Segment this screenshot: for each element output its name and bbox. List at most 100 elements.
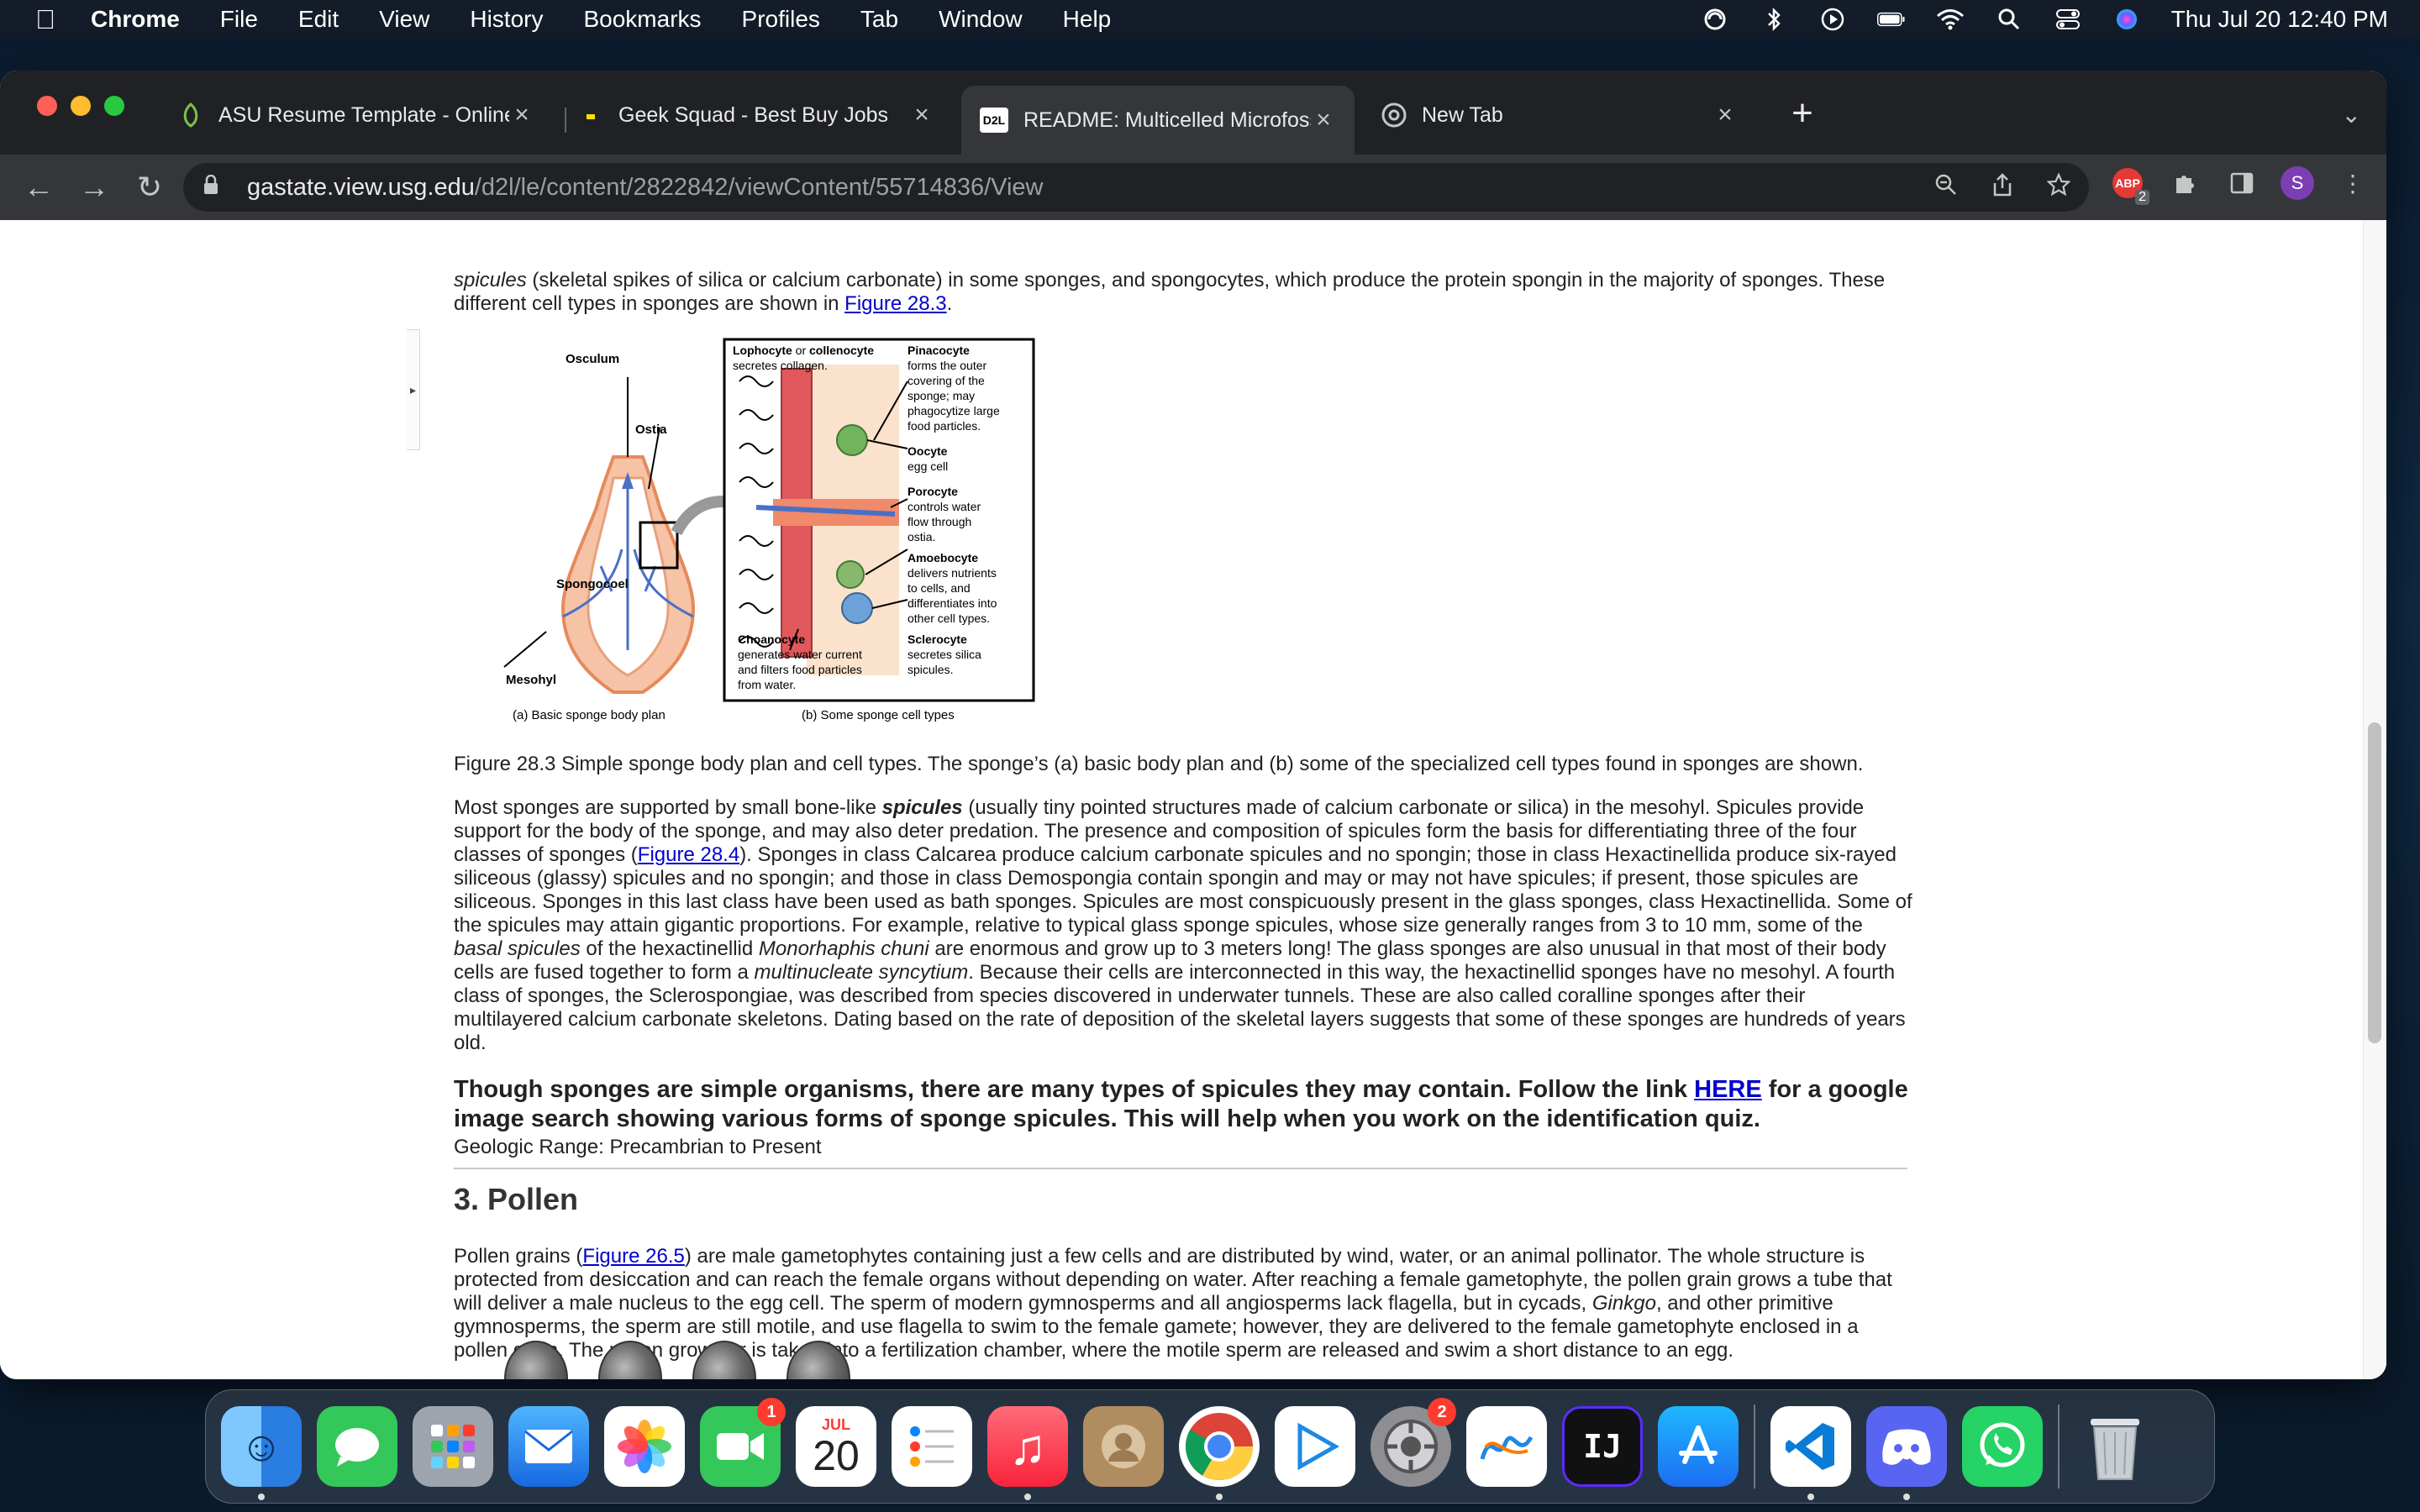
control-center-icon[interactable] bbox=[2054, 7, 2082, 32]
tab-close-icon[interactable]: × bbox=[1712, 101, 1738, 129]
extensions-puzzle-icon[interactable] bbox=[2166, 165, 2203, 202]
system-settings-icon[interactable]: 2 bbox=[1370, 1398, 1456, 1487]
contacts-icon[interactable] bbox=[1083, 1406, 1164, 1487]
figure-28-4-link[interactable]: Figure 28.4 bbox=[638, 843, 739, 866]
calendar-icon[interactable]: JUL 20 bbox=[796, 1406, 876, 1487]
app-store-icon[interactable] bbox=[1658, 1406, 1739, 1487]
menu-window[interactable]: Window bbox=[939, 6, 1023, 33]
freeform-icon[interactable] bbox=[1466, 1406, 1547, 1487]
tab-asu-resume[interactable]: ASU Resume Template - Online × bbox=[160, 86, 553, 144]
running-indicator bbox=[1807, 1494, 1814, 1500]
spotlight-search-icon[interactable] bbox=[1995, 7, 2023, 32]
tab-search-chevron-icon[interactable]: ⌄ bbox=[2342, 101, 2361, 129]
tab-new-tab[interactable]: New Tab × bbox=[1363, 86, 1756, 144]
music-icon[interactable]: ♫ bbox=[987, 1406, 1068, 1500]
vscode-icon[interactable] bbox=[1770, 1406, 1851, 1500]
menu-bookmarks[interactable]: Bookmarks bbox=[583, 6, 701, 33]
apple-menu-icon[interactable]:  bbox=[29, 4, 62, 35]
forward-arrow-icon[interactable]: → bbox=[69, 162, 119, 213]
share-icon[interactable] bbox=[1991, 172, 2013, 202]
p2-basal-spicules: basal spicules bbox=[454, 937, 581, 960]
back-arrow-icon[interactable]: ← bbox=[13, 162, 64, 213]
label-pinacocyte-desc-1: covering of the bbox=[908, 374, 985, 387]
adblock-count-badge: 2 bbox=[2135, 190, 2149, 205]
label-spongocoel: Spongocoel bbox=[556, 577, 629, 591]
media-player-icon[interactable] bbox=[1275, 1406, 1355, 1487]
figure-28-3-link[interactable]: Figure 28.3 bbox=[844, 292, 946, 315]
discord-icon[interactable] bbox=[1866, 1406, 1947, 1500]
window-minimize-button[interactable] bbox=[71, 96, 91, 116]
oocyte-cell bbox=[836, 424, 868, 456]
window-controls bbox=[37, 96, 124, 116]
lock-icon[interactable] bbox=[203, 174, 230, 201]
profile-avatar[interactable]: S bbox=[2281, 166, 2314, 200]
now-playing-icon[interactable] bbox=[1818, 7, 1847, 32]
spicule-image-search-link[interactable]: HERE bbox=[1694, 1076, 1762, 1103]
whatsapp-icon[interactable] bbox=[1962, 1406, 2043, 1487]
running-indicator bbox=[258, 1494, 265, 1500]
chrome-icon[interactable] bbox=[1179, 1406, 1260, 1500]
wifi-icon[interactable] bbox=[1936, 7, 1965, 32]
bookmark-star-icon[interactable] bbox=[2046, 171, 2071, 202]
siri-icon[interactable] bbox=[2112, 7, 2141, 32]
messages-icon[interactable] bbox=[317, 1406, 397, 1487]
p2-text-f: of the hexactinellid bbox=[580, 937, 759, 960]
dock-separator bbox=[1754, 1404, 1755, 1488]
address-bar[interactable]: gastate.view.usg.edu/d2l/le/content/2822… bbox=[183, 163, 2089, 212]
facetime-icon[interactable]: 1 bbox=[700, 1398, 786, 1487]
chrome-menu-kebab-icon[interactable]: ⋮ bbox=[2334, 165, 2371, 202]
label-oocyte-desc: egg cell bbox=[908, 459, 948, 473]
sync-status-icon[interactable] bbox=[1701, 7, 1729, 32]
reminders-icon[interactable] bbox=[892, 1406, 972, 1487]
intro-paragraph: spicules (skeletal spikes of silica or c… bbox=[454, 269, 1916, 316]
tab-geek-squad[interactable]: Geek Squad - Best Buy Jobs × bbox=[560, 86, 953, 144]
menu-help[interactable]: Help bbox=[1063, 6, 1112, 33]
figure-26-5-link[interactable]: Figure 26.5 bbox=[582, 1245, 684, 1268]
url-path: /d2l/le/content/2822842/viewContent/5571… bbox=[474, 173, 1044, 201]
zoom-out-icon[interactable] bbox=[1934, 173, 1958, 202]
trash-icon[interactable] bbox=[2075, 1406, 2155, 1487]
tab-close-icon[interactable]: × bbox=[1311, 106, 1336, 134]
photos-icon[interactable] bbox=[604, 1406, 685, 1487]
window-close-button[interactable] bbox=[37, 96, 57, 116]
mail-icon[interactable] bbox=[508, 1406, 589, 1487]
tab-close-icon[interactable]: × bbox=[909, 101, 934, 129]
pollen-grain-image bbox=[786, 1341, 850, 1379]
calendar-month: JUL bbox=[821, 1415, 850, 1433]
bluetooth-icon[interactable] bbox=[1760, 7, 1788, 32]
menubar-clock[interactable]: Thu Jul 20 12:40 PM bbox=[2171, 6, 2388, 33]
page-content: ▸ spicules (skeletal spikes of silica or… bbox=[0, 220, 2386, 1379]
menu-file[interactable]: File bbox=[220, 6, 258, 33]
label-amoebocyte-desc-1: to cells, and bbox=[908, 581, 971, 595]
tab-close-icon[interactable]: × bbox=[509, 101, 534, 129]
battery-icon[interactable] bbox=[1876, 7, 1906, 32]
menu-view[interactable]: View bbox=[379, 6, 429, 33]
intellij-icon[interactable]: IJ bbox=[1562, 1406, 1643, 1487]
finder-icon[interactable]: ☺ bbox=[221, 1406, 302, 1500]
menu-edit[interactable]: Edit bbox=[298, 6, 339, 33]
menu-profiles[interactable]: Profiles bbox=[742, 6, 820, 33]
launchpad-icon[interactable] bbox=[413, 1406, 493, 1487]
side-panel-icon[interactable] bbox=[2223, 165, 2260, 202]
tab-readme-active[interactable]: D2L README: Multicelled Microfoss × bbox=[961, 86, 1355, 155]
running-indicator bbox=[1024, 1494, 1031, 1500]
scrollbar-thumb[interactable] bbox=[2368, 722, 2381, 1043]
label-choanocyte-desc-0: generates water current bbox=[738, 648, 862, 661]
window-zoom-button[interactable] bbox=[104, 96, 124, 116]
label-porocyte-desc-1: flow through bbox=[908, 515, 971, 528]
new-tab-button[interactable]: + bbox=[1781, 92, 1823, 134]
reload-icon[interactable]: ↻ bbox=[124, 162, 175, 213]
p2-spicules-emphasis: spicules bbox=[881, 796, 963, 819]
page-scrollbar[interactable] bbox=[2363, 220, 2386, 1379]
sidebar-expand-handle-icon[interactable]: ▸ bbox=[407, 329, 420, 450]
menu-app-chrome[interactable]: Chrome bbox=[91, 6, 180, 33]
menu-history[interactable]: History bbox=[470, 6, 543, 33]
menu-tab[interactable]: Tab bbox=[860, 6, 898, 33]
adblock-plus-extension[interactable]: ABP 2 bbox=[2109, 165, 2149, 205]
p2-syncytium: multinucleate syncytium bbox=[754, 961, 969, 984]
asu-favicon-icon bbox=[178, 102, 203, 128]
intellij-label: IJ bbox=[1583, 1428, 1622, 1465]
caption-a: (a) Basic sponge body plan bbox=[513, 708, 666, 722]
spicule-quiz-callout: Though sponges are simple organisms, the… bbox=[454, 1075, 1916, 1134]
label-amoebocyte-desc-2: differentiates into bbox=[908, 596, 997, 610]
